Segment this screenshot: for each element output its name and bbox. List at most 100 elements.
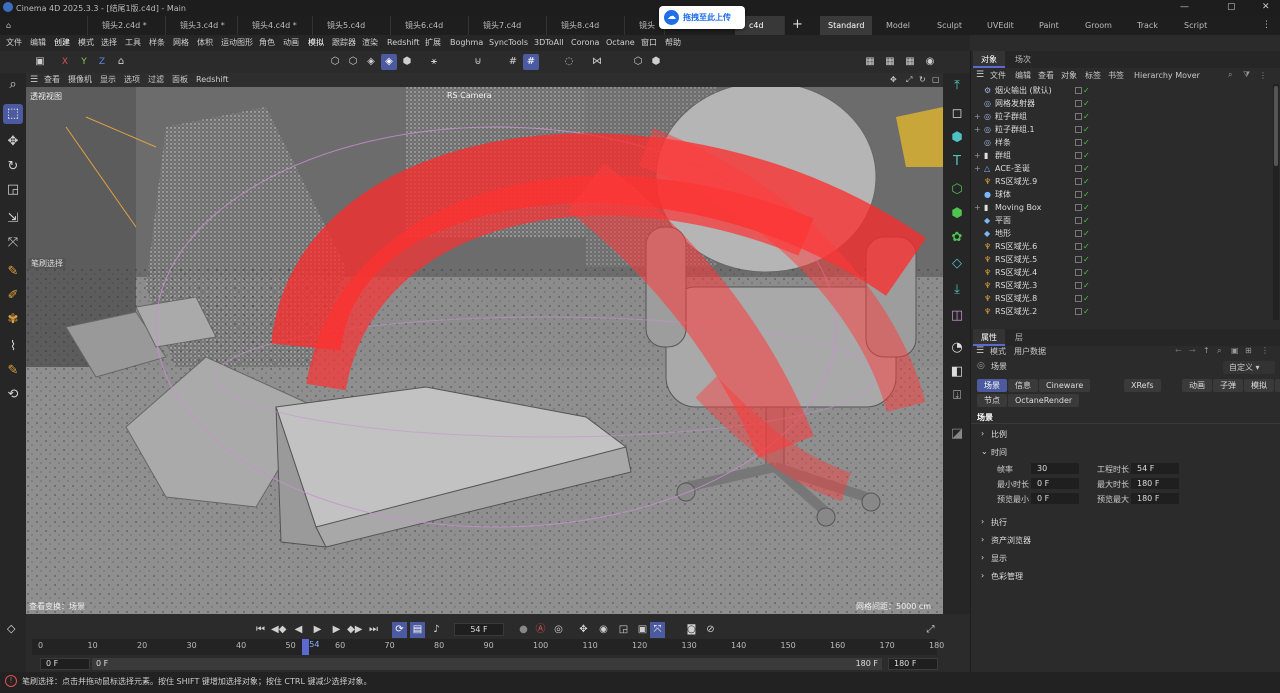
model-mode-icon[interactable]: ◈ (381, 54, 397, 70)
deformer-icon[interactable]: ◇ (946, 253, 968, 275)
locked-workplane-icon[interactable]: ◌ (561, 54, 577, 70)
menu-3dtoall[interactable]: 3DToAll (534, 35, 564, 51)
key-param-icon[interactable]: ▣ (635, 622, 650, 638)
visibility-toggle[interactable] (1075, 100, 1082, 107)
close-button[interactable]: ✕ (1262, 2, 1270, 12)
attribute-tab[interactable]: OctaneRender (1008, 394, 1080, 407)
tag-icon[interactable]: ◪ (946, 423, 968, 445)
am-up-icon[interactable]: ↑ (1203, 346, 1210, 355)
menu-mode[interactable]: 模式 (78, 35, 94, 51)
viewport-menu-redshift[interactable]: Redshift (196, 73, 228, 87)
group-asset-browser[interactable]: › 资产浏览器 (971, 535, 1280, 549)
null-object-icon[interactable]: ⤒ (946, 75, 968, 97)
previous-key-icon[interactable]: ◀◆ (271, 622, 286, 638)
om-menu-file[interactable]: 文件 (990, 70, 1006, 81)
enabled-check-icon[interactable]: ✓ (1083, 214, 1091, 227)
object-row[interactable]: ♆ RS区域光.5 ✓ (971, 253, 1271, 266)
menu-create[interactable]: 创建 (54, 35, 70, 51)
visibility-toggle[interactable] (1075, 269, 1082, 276)
enabled-check-icon[interactable]: ✓ (1083, 175, 1091, 188)
object-row[interactable]: ● 球体 ✓ (971, 188, 1271, 201)
visibility-toggle[interactable] (1075, 256, 1082, 263)
tab-takes[interactable]: 场次 (1007, 51, 1039, 68)
object-row[interactable]: ◆ 平面 ✓ (971, 214, 1271, 227)
menu-mograph[interactable]: 运动图形 (221, 35, 253, 51)
key-rotation-icon[interactable]: ◉ (596, 622, 611, 638)
om-menu-bookmarks[interactable]: 书签 (1108, 70, 1124, 81)
min-time-field[interactable]: 0 F (1031, 478, 1079, 489)
am-back-icon[interactable]: ← (1175, 346, 1182, 355)
menu-select[interactable]: 选择 (101, 35, 117, 51)
sound-icon[interactable]: ♪ (429, 622, 444, 638)
enabled-check-icon[interactable]: ✓ (1083, 253, 1091, 266)
spline-smooth-icon[interactable]: ✾ (3, 310, 23, 330)
layout-toggle-icon[interactable]: ▣ (32, 54, 48, 70)
menu-simulate[interactable]: 模拟 (308, 35, 324, 51)
visibility-toggle[interactable] (1075, 191, 1082, 198)
enable-snap-icon[interactable]: ⊍ (470, 54, 486, 70)
object-row[interactable]: ◎ 网格发射器 ✓ (971, 97, 1271, 110)
axis-mode-icon[interactable]: ⚹ (426, 54, 442, 70)
max-time-field[interactable]: 180 F (1131, 478, 1179, 489)
axis-tool-icon[interactable]: ⇲ (3, 209, 23, 229)
menu-tracker[interactable]: 跟踪器 (332, 35, 356, 51)
previous-frame-icon[interactable]: ◀ (291, 622, 306, 638)
viewport-menu-panel[interactable]: 面板 (172, 73, 188, 87)
generator-icon[interactable]: ⬢ (946, 203, 968, 225)
enabled-check-icon[interactable]: ✓ (1083, 149, 1091, 162)
menu-help[interactable]: 帮助 (665, 35, 681, 51)
object-row[interactable]: ♆ RS区域光.8 ✓ (971, 292, 1271, 305)
doc-tab[interactable]: 镜头2.c4d * (88, 16, 166, 35)
om-menu-edit[interactable]: 编辑 (1015, 70, 1031, 81)
group-execute[interactable]: › 执行 (971, 517, 1280, 531)
current-frame-field[interactable]: 54 F (454, 623, 504, 636)
light-icon[interactable]: ⍗ (946, 385, 968, 407)
maximize-button[interactable]: ▢ (1227, 2, 1236, 12)
paint-brush-icon[interactable]: ⌇ (3, 337, 23, 357)
sketch-tool-icon[interactable]: ✐ (3, 286, 23, 306)
enabled-check-icon[interactable]: ✓ (1083, 279, 1091, 292)
minimize-button[interactable]: — (1180, 2, 1189, 12)
enabled-check-icon[interactable]: ✓ (1083, 266, 1091, 279)
next-key-icon[interactable]: ◆▶ (347, 622, 362, 638)
am-more-icon[interactable]: ⋮ (1261, 346, 1269, 355)
scale-tool-icon[interactable]: ◲ (3, 180, 23, 200)
am-hamburger-icon[interactable]: ☰ (976, 346, 984, 356)
menu-redshift[interactable]: Redshift (387, 35, 419, 51)
enabled-check-icon[interactable]: ✓ (1083, 201, 1091, 214)
doc-tab[interactable]: 镜头7.c4d (469, 16, 547, 35)
doc-tab[interactable]: 镜头6.c4d (391, 16, 469, 35)
menu-spline[interactable]: 样条 (149, 35, 165, 51)
expand-toggle-icon[interactable]: + (974, 110, 981, 123)
polygons-mode-icon[interactable]: ◈ (363, 54, 379, 70)
enabled-check-icon[interactable]: ✓ (1083, 292, 1091, 305)
tab-objects[interactable]: 对象 (973, 51, 1005, 68)
playhead[interactable] (302, 639, 310, 655)
attribute-tab[interactable]: Cineware (1039, 379, 1091, 392)
viewport-menu-filter[interactable]: 过滤 (148, 73, 164, 87)
viewport-zoom-icon[interactable]: ⤢ (906, 73, 912, 87)
object-row[interactable]: ♆ RS区域光.2 ✓ (971, 305, 1271, 318)
enabled-check-icon[interactable]: ✓ (1083, 123, 1091, 136)
visibility-toggle[interactable] (1075, 308, 1082, 315)
menu-tools[interactable]: 工具 (125, 35, 141, 51)
visibility-toggle[interactable] (1075, 295, 1082, 302)
object-row[interactable]: + ◎ 粒子群组 ✓ (971, 110, 1271, 123)
effector-icon[interactable]: ✿ (946, 227, 968, 249)
menu-edit[interactable]: 编辑 (30, 35, 46, 51)
am-new-icon[interactable]: ⊞ (1245, 346, 1252, 355)
render-view-icon[interactable]: ▦ (862, 54, 878, 70)
am-forward-icon[interactable]: → (1189, 346, 1196, 355)
asset-browser-icon[interactable]: ◉ (922, 54, 938, 70)
group-display[interactable]: › 显示 (971, 553, 1280, 567)
enabled-check-icon[interactable]: ✓ (1083, 136, 1091, 149)
am-menu-mode[interactable]: 模式 (990, 346, 1006, 357)
layout-menu-icon[interactable]: ⋮ (1262, 16, 1271, 35)
object-row[interactable]: + ▮ Moving Box ✓ (971, 201, 1271, 214)
doc-tab[interactable]: 镜头5.c4d (313, 16, 391, 35)
keyframe-diamond-icon[interactable]: ◇ (7, 622, 15, 635)
attribute-tab[interactable]: 待办事项 (1275, 379, 1280, 392)
expand-toggle-icon[interactable]: + (974, 162, 981, 175)
enabled-check-icon[interactable]: ✓ (1083, 227, 1091, 240)
om-menu-hierarchy-mover[interactable]: Hierarchy Mover (1134, 71, 1200, 80)
